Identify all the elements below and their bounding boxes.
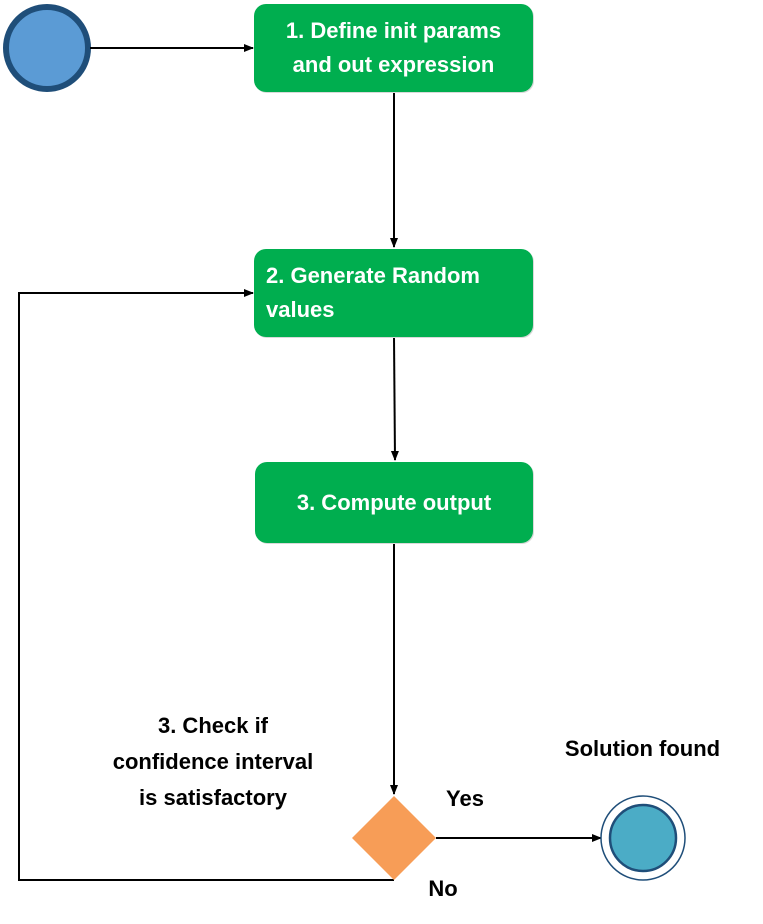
solution-found-label: Solution found	[564, 736, 721, 761]
no-branch-label: No	[428, 876, 458, 901]
yes-branch-label: Yes	[446, 786, 484, 811]
arrow-generate-to-compute	[390, 336, 399, 461]
process-define-params: 1. Define init params and out expression	[254, 4, 533, 92]
process-compute-label: 3. Compute output	[296, 489, 492, 515]
process-generate-label: 2. Generate Random values	[266, 263, 480, 322]
process-define-label: 1. Define init params and out expression	[285, 18, 502, 77]
decision-label: 3. Check if confidence interval is satis…	[112, 713, 314, 810]
end-node-inner	[608, 803, 678, 873]
decision-diamond	[352, 796, 436, 880]
process-compute-output: 3. Compute output	[255, 462, 533, 543]
start-node	[3, 4, 91, 92]
process-generate-random: 2. Generate Random values	[254, 249, 533, 337]
